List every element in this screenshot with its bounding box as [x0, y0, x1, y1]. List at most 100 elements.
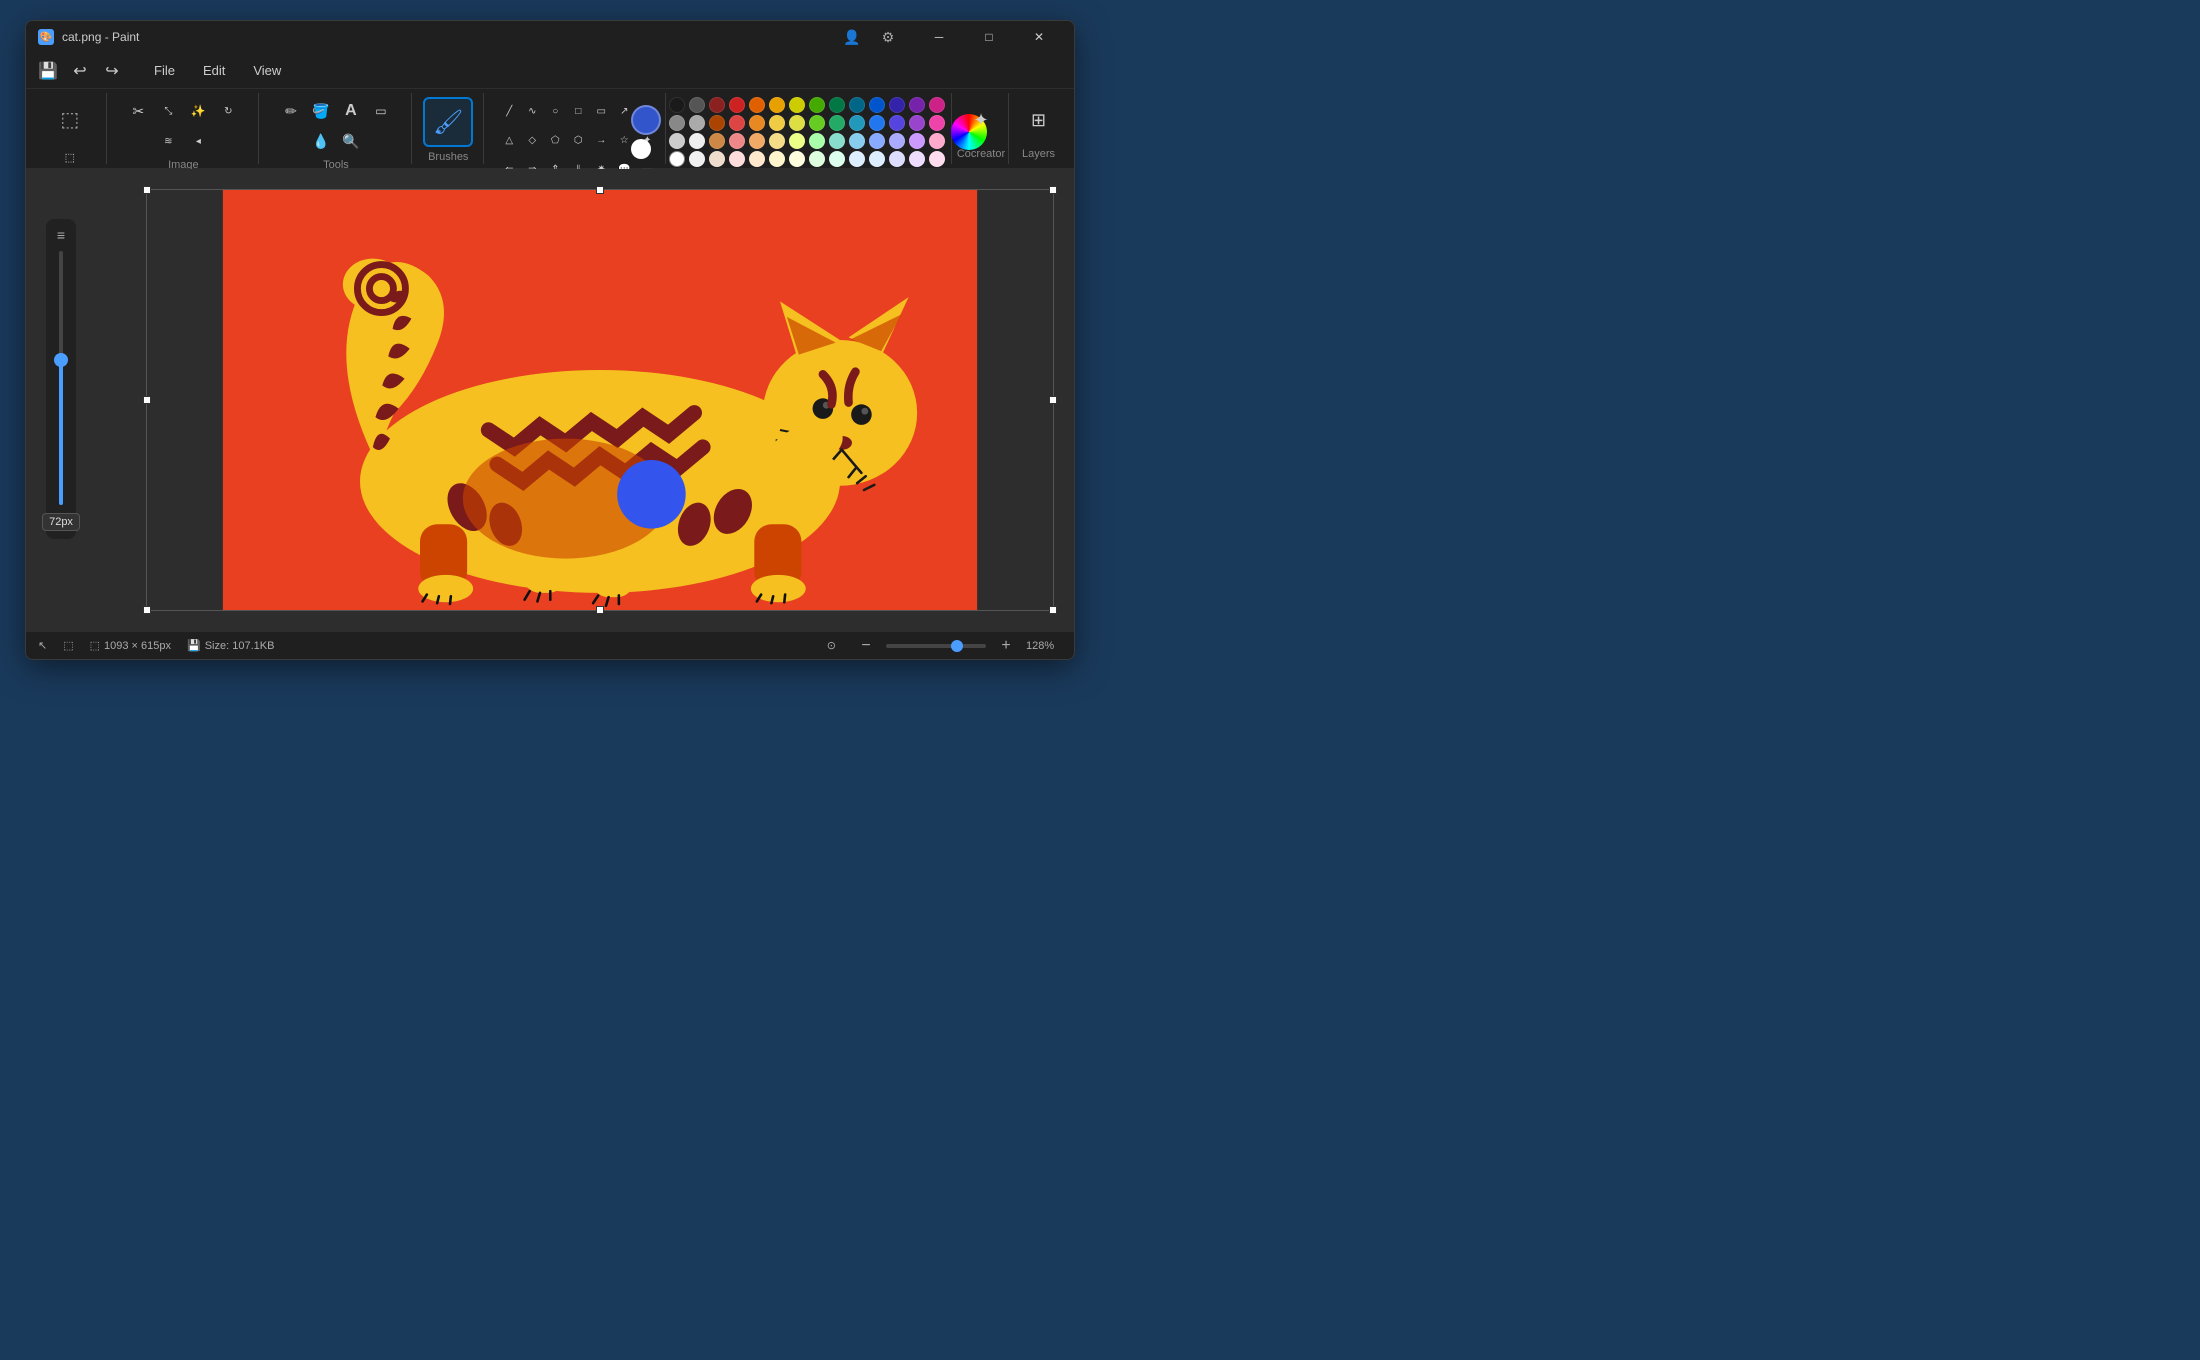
color-swatch[interactable]	[889, 97, 905, 113]
color-swatch[interactable]	[769, 97, 785, 113]
drawing-canvas[interactable]	[147, 190, 1053, 610]
crop-btn[interactable]: ✂	[124, 97, 152, 125]
color-swatch[interactable]	[689, 151, 705, 167]
color-swatch[interactable]	[849, 151, 865, 167]
zoom-thumb[interactable]	[951, 640, 963, 652]
color-swatch[interactable]	[929, 115, 945, 131]
color-swatch[interactable]	[869, 115, 885, 131]
zoom-slider-thumb[interactable]	[54, 353, 68, 367]
color-swatch[interactable]	[669, 133, 685, 149]
zoom-track[interactable]	[886, 644, 986, 648]
selection-rect-btn[interactable]: ⬚	[48, 97, 92, 141]
colors-content	[631, 97, 987, 167]
color-swatch[interactable]	[809, 133, 825, 149]
color-swatch[interactable]	[709, 151, 725, 167]
color-swatch[interactable]	[729, 97, 745, 113]
color-swatch[interactable]	[789, 151, 805, 167]
zoom-controls: − + 128%	[852, 632, 1062, 660]
background-color[interactable]	[631, 139, 651, 159]
cocreator-btn[interactable]: ✦	[963, 103, 999, 139]
color-swatch[interactable]	[789, 97, 805, 113]
color-swatch[interactable]	[869, 97, 885, 113]
color-swatch[interactable]	[789, 133, 805, 149]
color-swatch[interactable]	[689, 115, 705, 131]
rotate-btn[interactable]: ↻	[214, 97, 242, 125]
color-swatch[interactable]	[869, 133, 885, 149]
color-swatch[interactable]	[749, 133, 765, 149]
text-btn[interactable]: A	[337, 97, 365, 125]
color-swatch[interactable]	[909, 97, 925, 113]
save-button[interactable]: 💾	[34, 57, 62, 85]
image-extra1[interactable]: ≋	[154, 127, 182, 155]
color-swatch[interactable]	[769, 133, 785, 149]
redo-button[interactable]: ↪	[98, 57, 126, 85]
brushes-main-btn[interactable]: 🖌	[423, 97, 473, 147]
color-swatch[interactable]	[769, 151, 785, 167]
zoom-out-btn[interactable]: −	[852, 632, 880, 660]
color-swatch[interactable]	[689, 97, 705, 113]
color-swatch[interactable]	[669, 97, 685, 113]
zoom-in-btn[interactable]: +	[992, 632, 1020, 660]
cursor-indicator: ↖	[38, 639, 47, 652]
image-extra2[interactable]: ◂	[184, 127, 212, 155]
account-icon-btn[interactable]: 👤	[836, 21, 868, 53]
settings-icon-btn[interactable]: ⚙	[872, 21, 904, 53]
color-swatch[interactable]	[729, 133, 745, 149]
close-button[interactable]: ✕	[1016, 21, 1062, 53]
color-swatch[interactable]	[709, 115, 725, 131]
color-swatch[interactable]	[749, 151, 765, 167]
color-swatch[interactable]	[769, 115, 785, 131]
color-swatch[interactable]	[849, 115, 865, 131]
color-swatch[interactable]	[929, 97, 945, 113]
color-swatch[interactable]	[849, 97, 865, 113]
selection-icon: ⬚	[63, 639, 73, 652]
color-swatch[interactable]	[709, 97, 725, 113]
maximize-button[interactable]: □	[966, 21, 1012, 53]
zoom-slider-track[interactable]	[59, 251, 63, 505]
image-tools: ✂ ⤡ ✨ ↻ ≋ ◂	[117, 97, 251, 155]
menu-edit[interactable]: Edit	[191, 59, 237, 82]
color-swatch[interactable]	[909, 151, 925, 167]
resize-btn[interactable]: ⤡	[154, 97, 182, 125]
color-swatch[interactable]	[929, 151, 945, 167]
color-swatch[interactable]	[929, 133, 945, 149]
dimensions-icon: ⬚	[90, 639, 100, 652]
undo-button[interactable]: ↩	[66, 57, 94, 85]
color-swatch[interactable]	[729, 115, 745, 131]
color-swatch[interactable]	[889, 133, 905, 149]
canvas-container[interactable]	[146, 189, 1054, 611]
color-swatch[interactable]	[889, 151, 905, 167]
fill-btn[interactable]: 🪣	[307, 97, 335, 125]
color-swatch[interactable]	[689, 133, 705, 149]
color-swatch[interactable]	[909, 133, 925, 149]
pencil-btn[interactable]: ✏	[277, 97, 305, 125]
color-swatch[interactable]	[789, 115, 805, 131]
color-swatch[interactable]	[749, 115, 765, 131]
magic-select-btn[interactable]: ✨	[184, 97, 212, 125]
color-swatch[interactable]	[829, 151, 845, 167]
selection-mode-btn[interactable]: ⬚	[56, 143, 84, 171]
menu-file[interactable]: File	[142, 59, 187, 82]
color-swatch[interactable]	[889, 115, 905, 131]
magnify-btn[interactable]: 🔍	[337, 127, 365, 155]
color-swatch[interactable]	[829, 133, 845, 149]
color-swatch[interactable]	[909, 115, 925, 131]
color-swatch[interactable]	[849, 133, 865, 149]
foreground-color[interactable]	[631, 105, 661, 135]
color-swatch[interactable]	[729, 151, 745, 167]
color-swatch[interactable]	[749, 97, 765, 113]
minimize-button[interactable]: ─	[916, 21, 962, 53]
color-swatch[interactable]	[829, 115, 845, 131]
color-picker-btn[interactable]: 💧	[307, 127, 335, 155]
layers-btn[interactable]: ⊞	[1020, 103, 1056, 139]
color-swatch[interactable]	[669, 115, 685, 131]
color-swatch[interactable]	[709, 133, 725, 149]
color-swatch[interactable]	[829, 97, 845, 113]
color-swatch[interactable]	[809, 115, 825, 131]
color-swatch[interactable]	[869, 151, 885, 167]
color-swatch[interactable]	[809, 97, 825, 113]
color-swatch[interactable]	[669, 151, 685, 167]
eraser-btn[interactable]: ▭	[367, 97, 395, 125]
menu-view[interactable]: View	[241, 59, 293, 82]
color-swatch[interactable]	[809, 151, 825, 167]
